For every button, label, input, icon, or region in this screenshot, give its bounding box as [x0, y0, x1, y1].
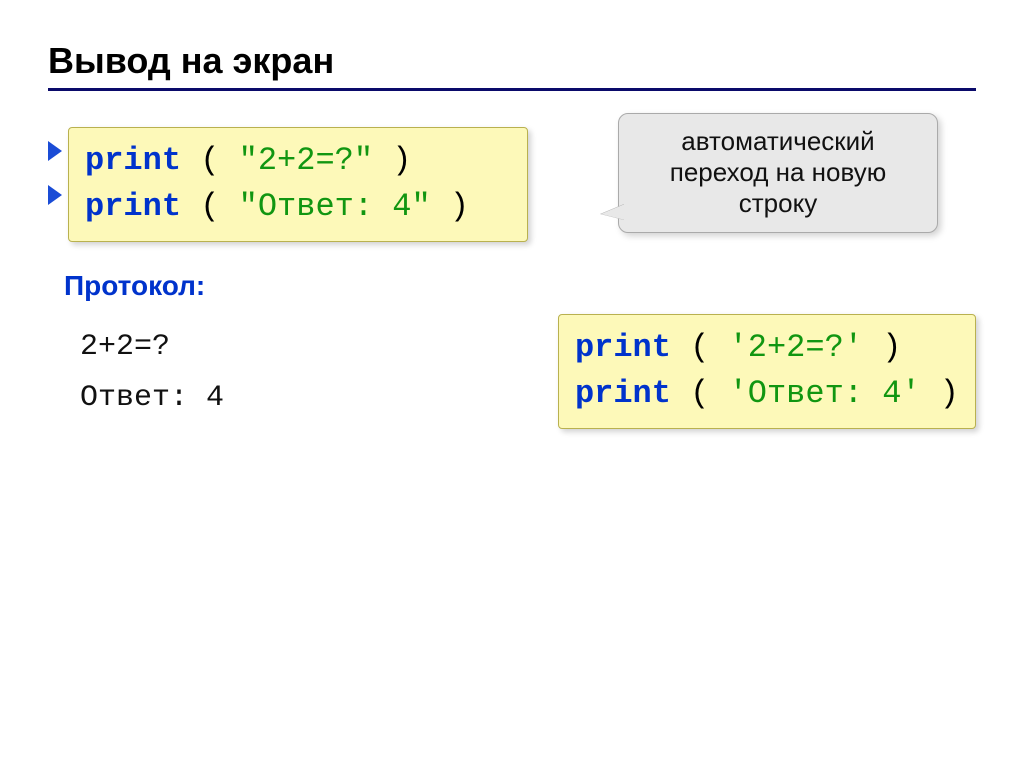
paren: (	[181, 188, 239, 225]
triangle-icon	[48, 141, 62, 161]
row-output-code2: 2+2=? Ответ: 4 print ( '2+2=?' ) print (…	[48, 314, 976, 429]
row-code-tooltip: print ( "2+2=?" ) print ( "Ответ: 4" ) а…	[48, 127, 976, 242]
string-literal: 'Ответ: 4'	[729, 375, 921, 412]
code-line: print ( "Ответ: 4" )	[85, 188, 469, 225]
paren: )	[921, 375, 959, 412]
paren: )	[373, 142, 411, 179]
tooltip-callout: автоматический переход на новую строку	[618, 113, 938, 233]
keyword: print	[85, 188, 181, 225]
code-block-1: print ( "2+2=?" ) print ( "Ответ: 4" )	[68, 127, 528, 242]
code-line: print ( 'Ответ: 4' )	[575, 375, 959, 412]
paren: (	[181, 142, 239, 179]
code-line: print ( "2+2=?" )	[85, 142, 411, 179]
output-line: Ответ: 4	[80, 373, 260, 424]
keyword: print	[575, 375, 671, 412]
keyword: print	[575, 329, 671, 366]
slide: Вывод на экран print ( "2+2=?" ) print (…	[0, 0, 1024, 469]
divider	[48, 88, 976, 91]
keyword: print	[85, 142, 181, 179]
paren: (	[671, 329, 729, 366]
protocol-label: Протокол:	[64, 270, 976, 302]
string-literal: "Ответ: 4"	[239, 188, 431, 225]
output-block: 2+2=? Ответ: 4	[80, 314, 260, 424]
string-literal: "2+2=?"	[239, 142, 373, 179]
code-line: print ( '2+2=?' )	[575, 329, 901, 366]
output-line: 2+2=?	[80, 322, 260, 373]
code-block-2: print ( '2+2=?' ) print ( 'Ответ: 4' )	[558, 314, 976, 429]
bullet-column	[48, 127, 62, 205]
paren: (	[671, 375, 729, 412]
paren: )	[431, 188, 469, 225]
string-literal: '2+2=?'	[729, 329, 863, 366]
paren: )	[863, 329, 901, 366]
triangle-icon	[48, 185, 62, 205]
page-title: Вывод на экран	[48, 40, 976, 82]
